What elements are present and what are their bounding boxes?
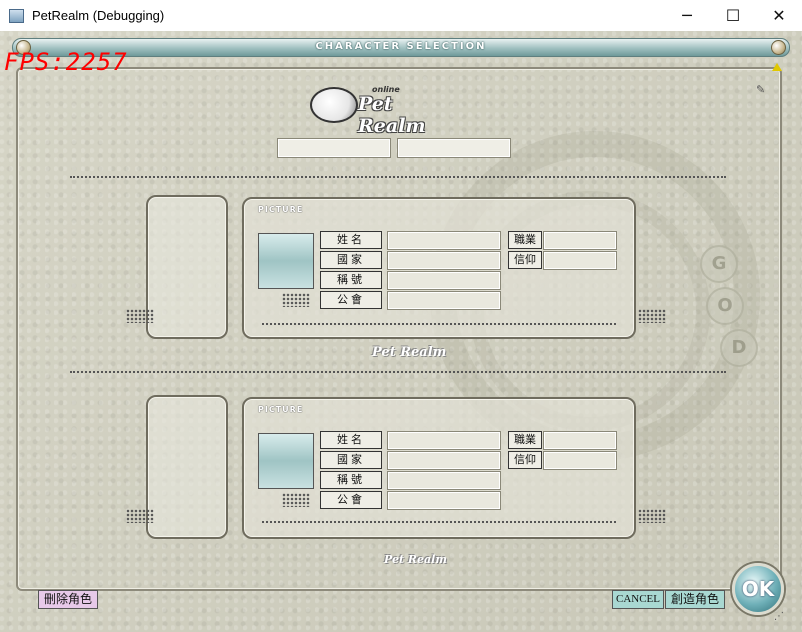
delete-character-button[interactable]: 刪除角色: [38, 590, 98, 609]
dot-pattern: [638, 509, 666, 523]
panel-divider: [262, 521, 616, 523]
top-field-right[interactable]: [398, 139, 510, 157]
nation-label: 國家: [320, 451, 382, 469]
faith-label: 信仰: [508, 451, 542, 469]
header-right-knob: [771, 40, 786, 55]
window-title: PetRealm (Debugging): [32, 8, 165, 23]
title-label: 稱號: [320, 271, 382, 289]
window-titlebar: PetRealm (Debugging) ─ ☐ ✕: [0, 0, 802, 32]
guild-label: 公會: [320, 291, 382, 309]
watermark-logo: Pet Realm: [372, 345, 447, 360]
watermark-logo-bottom: Pet Realm: [384, 553, 447, 566]
faith-value: [544, 252, 616, 269]
close-button[interactable]: ✕: [756, 0, 802, 31]
guild-value: [388, 492, 500, 509]
name-value: [388, 432, 500, 449]
resize-grip-icon[interactable]: ⋰: [774, 611, 784, 622]
cancel-button[interactable]: CANCEL: [612, 590, 664, 609]
dot-pattern: [282, 293, 310, 307]
nation-value: [388, 252, 500, 269]
pet-realm-logo: online Pet Realm: [310, 83, 460, 137]
header-bar: CHARACTER SELECTION: [12, 38, 790, 57]
picture-label: PICTURE: [258, 205, 304, 214]
job-value: [544, 232, 616, 249]
title-value: [388, 472, 500, 489]
guild-value: [388, 292, 500, 309]
name-label: 姓名: [320, 231, 382, 249]
minimize-button[interactable]: ─: [664, 0, 710, 31]
character-info-panel: PICTURE 姓名 國家 稱號 公會 職業 信仰: [242, 197, 636, 339]
title-label: 稱號: [320, 471, 382, 489]
job-label: 職業: [508, 231, 542, 249]
top-field-left[interactable]: [278, 139, 390, 157]
corner-marker-icon: [772, 63, 782, 71]
picture-label: PICTURE: [258, 405, 304, 414]
fps-counter: FPS:2257: [4, 48, 128, 76]
character-portrait[interactable]: [146, 195, 228, 339]
header-title: CHARACTER SELECTION: [315, 41, 487, 52]
create-character-button[interactable]: 創造角色: [665, 590, 725, 609]
character-info-panel: PICTURE 姓名 國家 稱號 公會 職業 信仰: [242, 397, 636, 539]
character-portrait[interactable]: [146, 395, 228, 539]
job-label: 職業: [508, 431, 542, 449]
title-value: [388, 272, 500, 289]
guild-label: 公會: [320, 491, 382, 509]
feather-icon: ✎: [756, 83, 766, 96]
dot-pattern: [126, 309, 154, 323]
logo-mascot-icon: [310, 87, 358, 123]
panel-divider: [262, 323, 616, 325]
ok-button[interactable]: OK: [732, 563, 784, 615]
logo-text: Pet Realm: [358, 93, 426, 137]
character-picture: [258, 233, 314, 289]
nation-value: [388, 452, 500, 469]
maximize-button[interactable]: ☐: [710, 0, 756, 31]
character-picture: [258, 433, 314, 489]
nation-label: 國家: [320, 251, 382, 269]
divider-top: [70, 176, 726, 178]
game-viewport: G O D CHARACTER SELECTION ✎ FPS:2257 onl…: [0, 31, 802, 632]
faith-value: [544, 452, 616, 469]
dot-pattern: [126, 509, 154, 523]
character-slot-1[interactable]: PICTURE 姓名 國家 稱號 公會 職業 信仰: [0, 195, 802, 355]
name-value: [388, 232, 500, 249]
character-slot-2[interactable]: PICTURE 姓名 國家 稱號 公會 職業 信仰: [0, 395, 802, 555]
faith-label: 信仰: [508, 251, 542, 269]
dot-pattern: [282, 493, 310, 507]
dot-pattern: [638, 309, 666, 323]
app-icon: [9, 9, 24, 23]
name-label: 姓名: [320, 431, 382, 449]
divider-middle: [70, 371, 726, 373]
job-value: [544, 432, 616, 449]
